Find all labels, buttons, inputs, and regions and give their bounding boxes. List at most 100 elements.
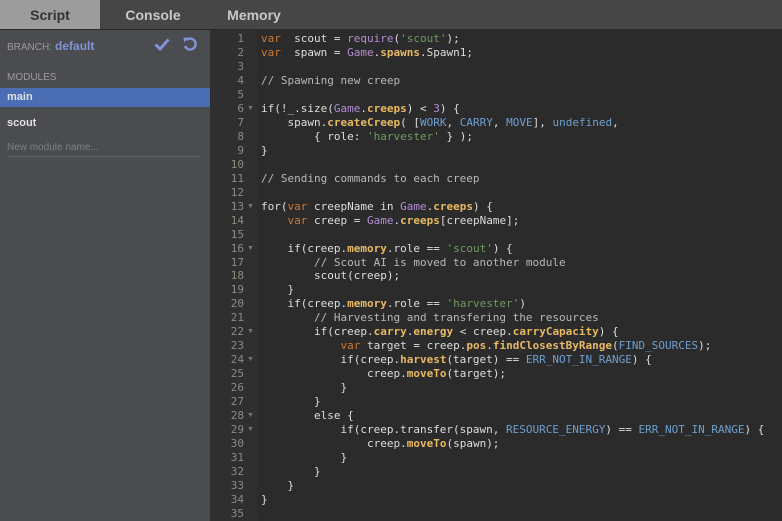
code-token: RESOURCE_ENERGY (506, 423, 606, 437)
branch-name[interactable]: default (55, 39, 94, 53)
code-token: var (261, 32, 281, 45)
code-token: var (340, 339, 361, 353)
code-token: memory (347, 241, 387, 255)
code-token: ) { (439, 101, 460, 115)
code-token: Game (366, 213, 394, 227)
code-token: ) { (492, 241, 513, 255)
code-token: 'scout' (446, 241, 493, 255)
code-token: else { (261, 409, 354, 423)
code-line: // Spawning new creep (261, 73, 400, 88)
code-token: creepName in (307, 199, 401, 213)
code-token: ) < (406, 101, 434, 115)
code-token: undefined (552, 115, 613, 129)
code-token: 'scout' (400, 32, 447, 45)
code-token: } (261, 381, 348, 395)
code-line: // Sending commands to each creep (261, 171, 480, 186)
code-token: spawns (380, 45, 420, 59)
new-module-input[interactable] (7, 139, 201, 157)
code-line: var spawn = Game.spawns.Spawn1; (261, 45, 473, 60)
code-token: 3 (433, 101, 440, 115)
code-token: ( [ (400, 115, 420, 129)
code-token: ( (612, 339, 619, 353)
code-token: if(!_.size( (261, 101, 334, 115)
code-token: carryCapacity (512, 325, 599, 339)
code-token: } (261, 493, 268, 506)
code-token: ) { (598, 325, 619, 339)
code-token: .Spawn1; (419, 45, 473, 59)
fold-arrow-icon[interactable]: ▼ (247, 245, 254, 252)
code-token: moveTo (406, 437, 447, 451)
code-token: ) (519, 297, 526, 311)
code-token: ) { (472, 199, 493, 213)
branch-label: BRANCH: (7, 42, 53, 53)
fold-arrow-icon[interactable]: ▼ (247, 328, 254, 335)
code-token: { role: (261, 129, 367, 143)
code-token: } (261, 283, 295, 297)
code-token: pos (466, 339, 487, 353)
code-line: } (261, 492, 268, 507)
code-token: if(creep. (261, 325, 374, 339)
code-token: // Harvesting and transfering the resour… (261, 311, 599, 325)
code-token: memory (347, 297, 387, 311)
code-token: // Spawning new creep (261, 73, 401, 87)
code-token: findClosestByRange (492, 339, 613, 353)
fold-arrow-icon[interactable]: ▼ (247, 356, 254, 363)
module-main[interactable]: main (0, 88, 210, 107)
code-token: Game (347, 45, 374, 59)
code-token: carry (373, 325, 407, 339)
line-number-gutter: 1 2 3 4 5 6 ▼ 7 8 9 10 11 12 13 ▼ 14 15 16 ▼ 17 18 19 20 21 22 ▼ 2… (210, 30, 257, 521)
code-token: ); (698, 339, 712, 353)
fold-arrow-icon[interactable]: ▼ (247, 203, 254, 210)
checkmark-icon[interactable] (154, 37, 170, 56)
code-token: < creep. (453, 325, 513, 339)
code-token: } (261, 143, 268, 157)
code-token: creep = (307, 213, 367, 227)
code-token: } (261, 479, 295, 493)
code-token: } (261, 465, 321, 479)
fold-arrow-icon[interactable]: ▼ (247, 426, 254, 433)
code-token: CARRY (459, 115, 493, 129)
code-line: } (261, 143, 268, 158)
code-token: // Sending commands to each creep (261, 171, 480, 185)
code-token: . (486, 339, 493, 353)
branch-selector[interactable]: BRANCH: default (7, 39, 94, 53)
code-token: (target) == (446, 353, 526, 367)
code-token: , (612, 115, 619, 129)
code-token: } ); (439, 129, 473, 143)
code-token: require (347, 32, 394, 45)
code-token: createCreep (327, 115, 401, 129)
code-token: moveTo (406, 367, 447, 381)
code-token: ], (532, 115, 553, 129)
code-token: if(creep.transfer(spawn, (261, 423, 507, 437)
undo-icon[interactable] (182, 36, 198, 57)
code-token: spawn. (261, 115, 328, 129)
code-token: Game (333, 101, 361, 115)
code-token: creeps (400, 213, 440, 227)
code-token: energy (413, 325, 454, 339)
module-scout[interactable]: scout (0, 114, 210, 133)
code-token: creeps (433, 199, 473, 213)
code-token: scout(creep); (261, 269, 401, 283)
code-token: Game (400, 199, 427, 213)
line-number: 35 (230, 506, 244, 520)
code-token: } (261, 451, 348, 465)
code-token: 'harvester' (446, 297, 520, 311)
code-token: if(creep. (261, 353, 401, 367)
code-token: FIND_SOURCES (618, 339, 699, 353)
code-token: for( (261, 199, 288, 213)
code-token: var (261, 45, 281, 59)
tab-script[interactable]: Script (0, 0, 100, 29)
fold-arrow-icon[interactable]: ▼ (247, 105, 254, 112)
code-token: } (261, 395, 321, 409)
tab-memory[interactable]: Memory (206, 0, 302, 29)
code-token: ) { (631, 353, 652, 367)
tab-bar: Script Console Memory (0, 0, 782, 30)
code-token: , (446, 115, 460, 129)
code-token: ) == (605, 423, 639, 437)
tab-console[interactable]: Console (100, 0, 206, 29)
code-editor[interactable]: var scout = require('scout'); var spawn =… (257, 30, 782, 521)
fold-arrow-icon[interactable]: ▼ (247, 412, 254, 419)
code-token: if(creep. (261, 241, 348, 255)
